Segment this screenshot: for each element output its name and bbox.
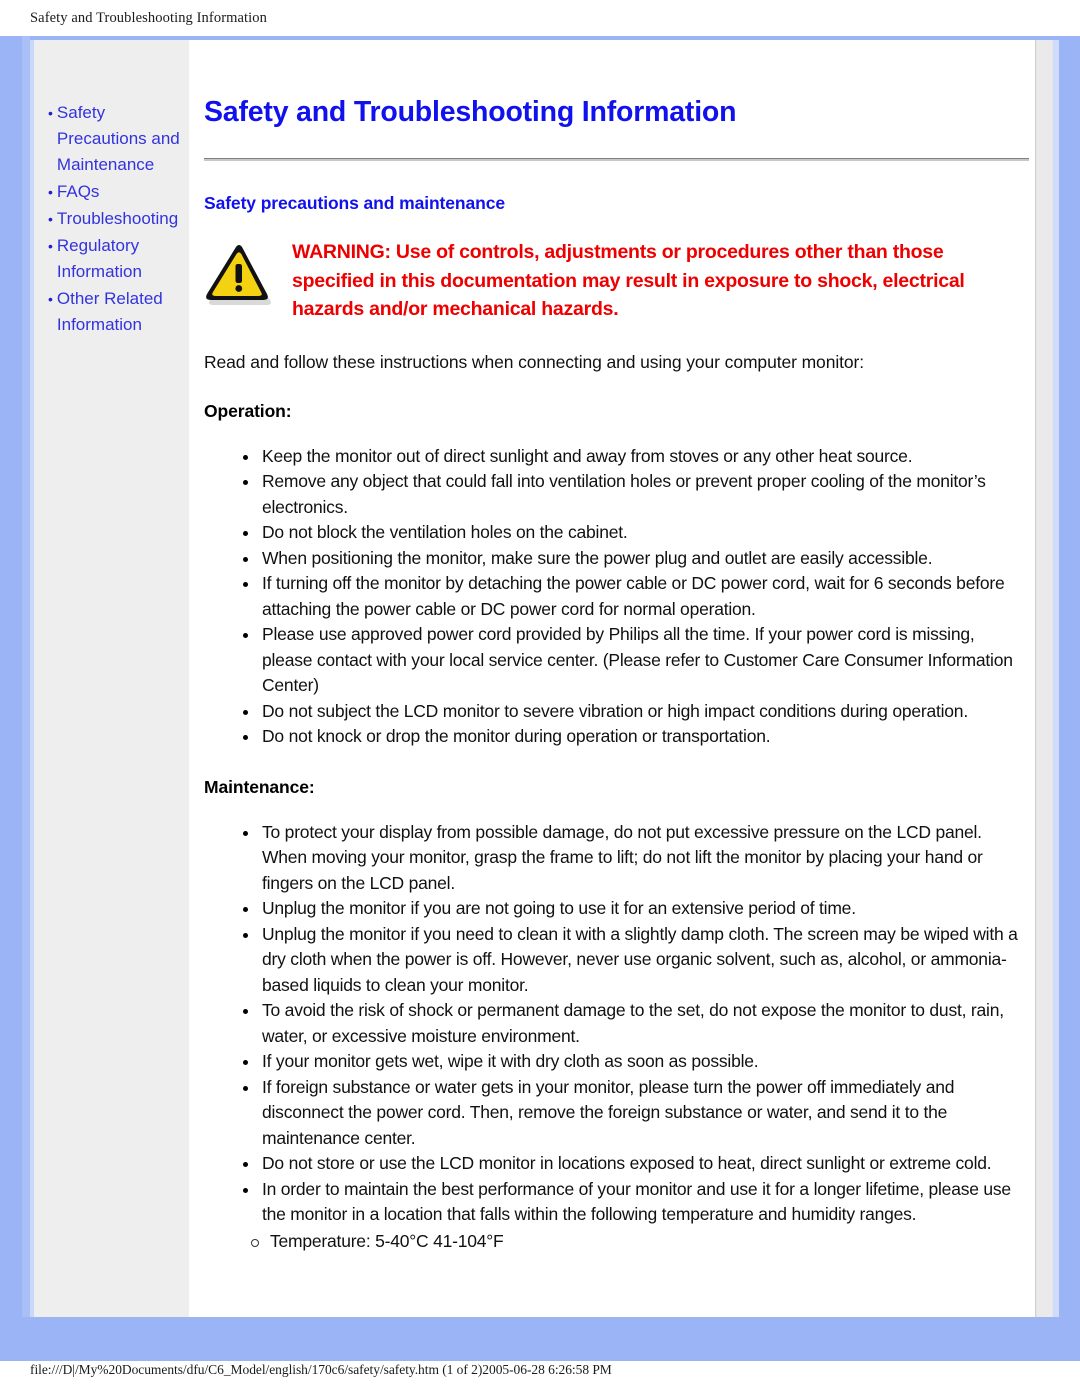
maintenance-heading: Maintenance: [204, 776, 315, 797]
list-item: When positioning the monitor, make sure … [240, 546, 1029, 572]
operation-list: Keep the monitor out of direct sunlight … [204, 444, 1029, 750]
list-item: If your monitor gets wet, wipe it with d… [240, 1049, 1029, 1075]
sidebar-link-label[interactable]: Safety Precautions and Maintenance [57, 100, 185, 178]
list-item: Keep the monitor out of direct sunlight … [240, 444, 1029, 470]
intro-paragraph: Read and follow these instructions when … [204, 351, 864, 372]
operation-heading: Operation: [204, 400, 292, 421]
bullet-icon: • [48, 105, 53, 121]
sidebar-link-label[interactable]: Troubleshooting [57, 206, 178, 232]
sidebar-link-label[interactable]: Other Related Information [57, 286, 185, 338]
page-title: Safety and Troubleshooting Information [204, 96, 737, 128]
list-item: Do not store or use the LCD monitor in l… [240, 1151, 1029, 1177]
list-item: Do not subject the LCD monitor to severe… [240, 699, 1029, 725]
print-footer-path: file:///D|/My%20Documents/dfu/C6_Model/e… [30, 1362, 612, 1377]
print-footer: file:///D|/My%20Documents/dfu/C6_Model/e… [0, 1361, 1080, 1397]
print-header-title: Safety and Troubleshooting Information [30, 10, 267, 26]
list-item: Temperature: 5-40°C 41-104°F [248, 1228, 1029, 1255]
list-item: Please use approved power cord provided … [240, 622, 1029, 699]
list-item: Remove any object that could fall into v… [240, 469, 1029, 520]
vertical-scrollbar[interactable] [1035, 40, 1053, 1317]
warning-triangle-icon [204, 236, 292, 308]
sidebar-item-troubleshooting[interactable]: • Troubleshooting [48, 206, 185, 232]
list-item: Unplug the monitor if you need to clean … [240, 922, 1029, 999]
list-item: If foreign substance or water gets in yo… [240, 1075, 1029, 1152]
bullet-icon: • [48, 291, 53, 307]
scrollbar-thumb[interactable] [1037, 40, 1052, 1317]
section-subtitle: Safety precautions and maintenance [204, 193, 505, 213]
bullet-icon: • [48, 184, 53, 200]
sidebar-nav-list: • Safety Precautions and Maintenance • F… [34, 100, 189, 338]
document-page: • Safety Precautions and Maintenance • F… [34, 40, 1053, 1317]
list-item: To protect your display from possible da… [240, 820, 1029, 897]
sidebar-link-label[interactable]: FAQs [57, 179, 100, 205]
sidebar-link-label[interactable]: Regulatory Information [57, 233, 185, 285]
maintenance-list: To protect your display from possible da… [204, 820, 1029, 1228]
list-item: In order to maintain the best performanc… [240, 1177, 1029, 1228]
title-divider [204, 158, 1029, 161]
list-item: Do not knock or drop the monitor during … [240, 724, 1029, 750]
sidebar-item-other-related-information[interactable]: • Other Related Information [48, 286, 185, 338]
list-item: If turning off the monitor by detaching … [240, 571, 1029, 622]
warning-block: WARNING: Use of controls, adjustments or… [204, 236, 1029, 324]
frame-right-edge [1053, 40, 1059, 1317]
main-content: Safety and Troubleshooting Information S… [190, 40, 1053, 1317]
temperature-sublist: Temperature: 5-40°C 41-104°F [204, 1228, 1029, 1255]
sidebar-item-safety-precautions-and-maintenance[interactable]: • Safety Precautions and Maintenance [48, 100, 185, 178]
warning-text: WARNING: Use of controls, adjustments or… [292, 241, 965, 320]
list-item: To avoid the risk of shock or permanent … [240, 998, 1029, 1049]
bullet-icon: • [48, 238, 53, 254]
sidebar-item-regulatory-information[interactable]: • Regulatory Information [48, 233, 185, 285]
sidebar-navigation: • Safety Precautions and Maintenance • F… [34, 40, 190, 1317]
list-item: Do not block the ventilation holes on th… [240, 520, 1029, 546]
sidebar-item-faqs[interactable]: • FAQs [48, 179, 185, 205]
print-header: Safety and Troubleshooting Information [0, 0, 1080, 36]
list-item: Unplug the monitor if you are not going … [240, 896, 1029, 922]
bullet-icon: • [48, 211, 53, 227]
frame-accent-strip [22, 36, 30, 1317]
browser-window-frame: • Safety Precautions and Maintenance • F… [0, 36, 1080, 1361]
